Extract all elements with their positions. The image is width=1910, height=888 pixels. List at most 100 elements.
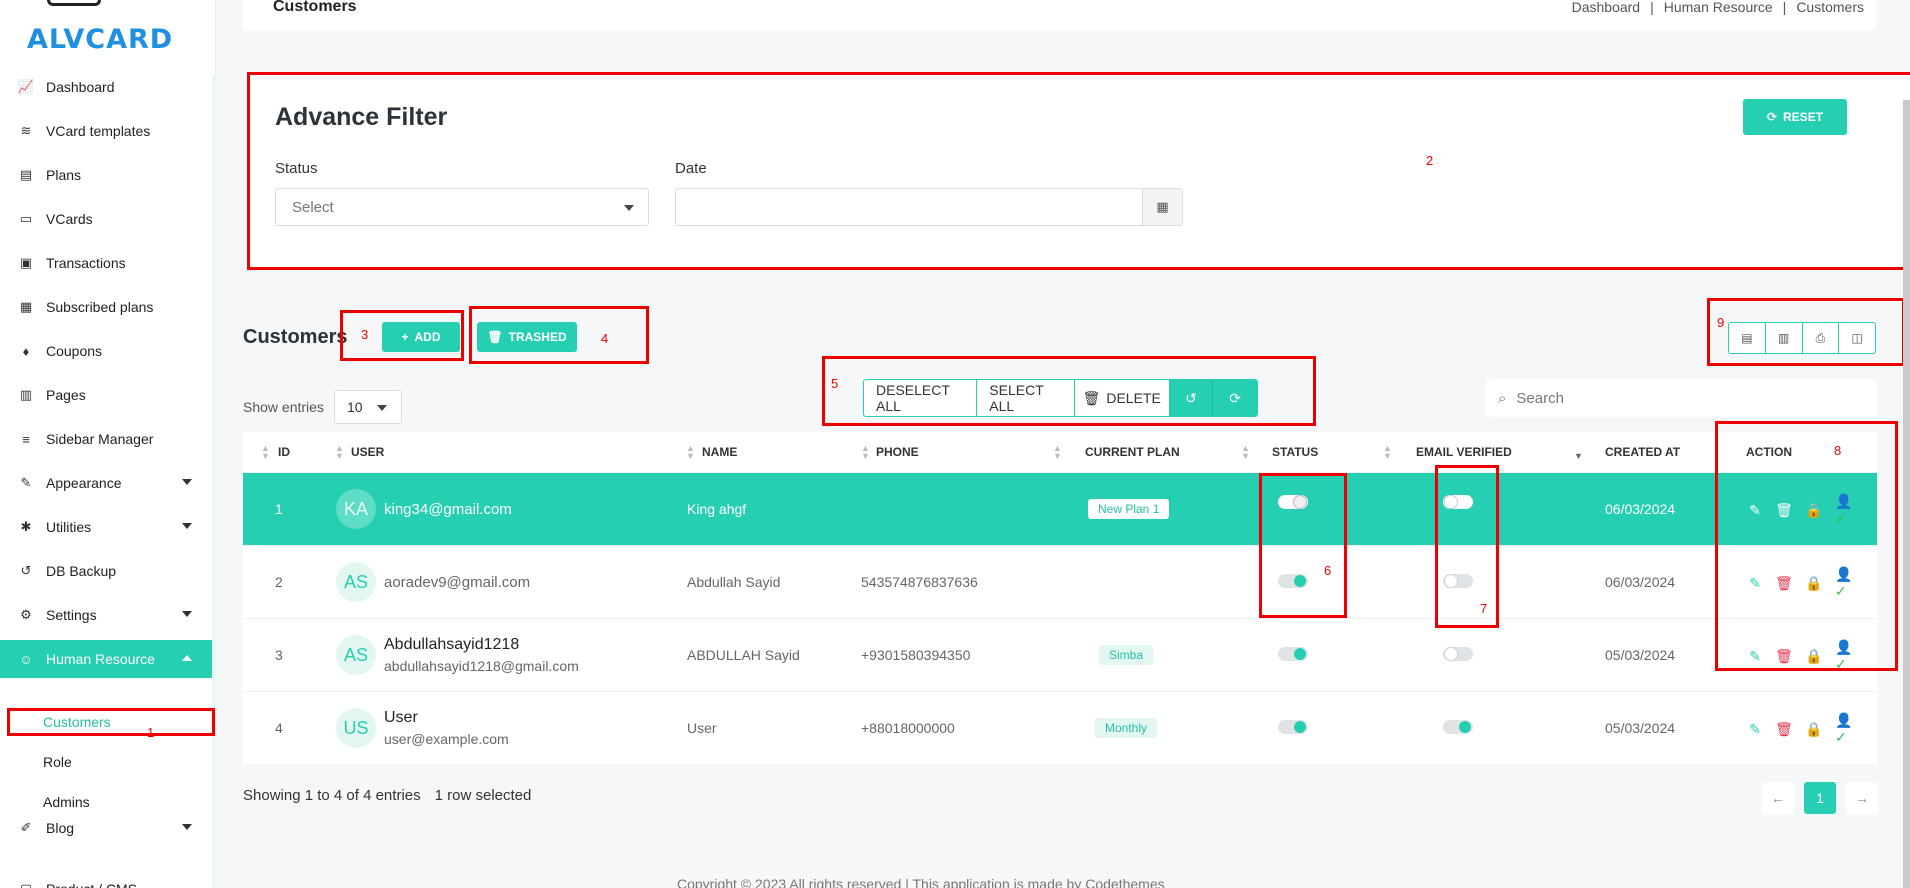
sidebar-item-product-cms[interactable]: ▢ Product / CMS xyxy=(0,870,212,888)
entries-select[interactable]: 10 xyxy=(333,390,402,424)
table-row[interactable]: 2 AS aoradev9@gmail.com Abdullah Sayid 54357… xyxy=(243,545,1877,618)
toggle-knob xyxy=(1294,721,1306,733)
col-id[interactable]: ID xyxy=(278,445,290,459)
col-phone[interactable]: PHONE xyxy=(876,445,919,459)
columns-icon[interactable]: ◫ xyxy=(1839,323,1875,353)
trashed-button[interactable]: 🗑 TRASHED xyxy=(477,322,577,352)
sidebar-item-human-resource[interactable]: ☺ Human Resource xyxy=(0,640,212,678)
chevron-down-icon xyxy=(182,523,192,529)
scrollbar[interactable] xyxy=(1903,100,1910,888)
cell-name: King ahgf xyxy=(687,501,747,517)
breadcrumb-dashboard[interactable]: Dashboard xyxy=(1572,0,1641,15)
annotation-7: 7 xyxy=(1480,601,1488,616)
id-card-icon: ▭ xyxy=(19,211,33,226)
cell-id: 1 xyxy=(275,501,283,517)
search-input[interactable]: ⌕ Search xyxy=(1486,379,1877,417)
page-button[interactable]: 1 xyxy=(1804,782,1836,814)
sort-icon[interactable]: ▲ ▼ xyxy=(686,444,695,461)
sort-icon[interactable]: ▲ ▼ xyxy=(335,444,344,461)
logo[interactable]: ALVCARD xyxy=(27,24,173,55)
export-pdf-icon[interactable]: ▥ xyxy=(1766,323,1803,353)
col-status[interactable]: STATUS xyxy=(1272,445,1318,459)
sort-icon[interactable]: ▲ ▼ xyxy=(1053,444,1062,461)
email-verified-toggle[interactable] xyxy=(1443,647,1473,661)
trashed-label: TRASHED xyxy=(508,330,567,344)
col-user[interactable]: USER xyxy=(351,445,384,459)
toggle-knob xyxy=(1294,648,1306,660)
annotation-4: 4 xyxy=(601,331,609,346)
select-all-button[interactable]: SELECT ALL xyxy=(977,380,1075,416)
plan-badge: Simba xyxy=(1099,645,1154,665)
edit-icon[interactable]: ✎ xyxy=(1746,720,1764,738)
annotation-9: 9 xyxy=(1717,315,1725,330)
cell-user-email[interactable]: king34@gmail.com xyxy=(384,501,512,518)
print-icon[interactable]: ⎙ xyxy=(1803,323,1840,353)
status-label: Status xyxy=(275,160,318,177)
table-row[interactable]: 3 AS Abdullahsayid1218 abdullahsayid1218@gm… xyxy=(243,618,1877,691)
table-row[interactable]: 4 US User user@example.com User +88018000000 M… xyxy=(243,691,1877,764)
cell-user-email: abdullahsayid1218@gmail.com xyxy=(384,658,579,674)
sidebar-item-subscribed-plans[interactable]: ▦ Subscribed plans xyxy=(0,288,212,326)
delete-icon[interactable]: 🗑 xyxy=(1775,720,1793,738)
rows-selected-text: 1 row selected xyxy=(434,787,532,804)
sort-icon[interactable]: ▲ ▼ xyxy=(861,444,870,461)
sidebar-subitem-admins[interactable]: Admins xyxy=(0,786,212,818)
showing-entries-text: Showing 1 to 4 of 4 entries xyxy=(243,787,421,804)
export-csv-icon[interactable]: ▤ xyxy=(1729,323,1766,353)
date-input[interactable]: ▦ xyxy=(675,188,1183,226)
email-verified-toggle[interactable] xyxy=(1443,720,1473,734)
archive-icon: ▦ xyxy=(19,299,33,314)
paint-brush-icon: ✎ xyxy=(20,475,32,490)
cell-id: 2 xyxy=(275,574,283,590)
breadcrumb: Dashboard | Human Resource | Customers xyxy=(1572,0,1864,15)
col-email-verified[interactable]: EMAIL VERIFIED xyxy=(1416,445,1512,459)
user-check-icon[interactable]: 👤✓ xyxy=(1835,712,1853,745)
plan-badge: New Plan 1 xyxy=(1088,499,1170,519)
sidebar-item-settings[interactable]: ⚙ Settings xyxy=(0,596,212,634)
sidebar-item-transactions[interactable]: ▣ Transactions xyxy=(0,244,212,282)
calendar-icon[interactable]: ▦ xyxy=(1142,189,1182,225)
sort-icon[interactable]: ▲ ▼ xyxy=(1383,444,1392,461)
sidebar-item-appearance[interactable]: ✎ Appearance xyxy=(0,464,212,502)
sidebar-item-plans[interactable]: ▤ Plans xyxy=(0,156,212,194)
prev-page-icon[interactable]: ← xyxy=(1762,782,1794,814)
undo-icon[interactable]: ↺ xyxy=(1169,380,1214,416)
status-select[interactable]: Select xyxy=(275,188,649,226)
col-name[interactable]: NAME xyxy=(702,445,737,459)
deselect-all-button[interactable]: DESELECT ALL xyxy=(864,380,978,416)
delete-button[interactable]: 🗑 DELETE xyxy=(1075,380,1170,416)
sidebar-item-pages[interactable]: ▥ Pages xyxy=(0,376,212,414)
sort-icon[interactable]: ▲ ▼ xyxy=(1241,444,1250,461)
reset-button[interactable]: ⟳ RESET xyxy=(1743,99,1847,135)
status-toggle[interactable] xyxy=(1278,647,1308,661)
status-toggle[interactable] xyxy=(1278,720,1308,734)
col-created-at[interactable]: CREATED AT xyxy=(1605,445,1680,459)
sidebar-item-vcards[interactable]: ▭ VCards xyxy=(0,200,212,238)
table-row[interactable]: 1 KA king34@gmail.com King ahgf New Plan 1 06… xyxy=(243,472,1877,545)
blog-icon: ✐ xyxy=(20,820,32,835)
cogs-icon: ⚙ xyxy=(20,607,32,622)
sidebar-item-db-backup[interactable]: ↺ DB Backup xyxy=(0,552,212,590)
cell-created-at: 05/03/2024 xyxy=(1605,720,1676,736)
sidebar-item-vcard-templates[interactable]: ≋ VCard templates xyxy=(0,112,212,150)
col-current-plan[interactable]: CURRENT PLAN xyxy=(1085,445,1180,459)
add-button[interactable]: + ADD xyxy=(382,322,460,352)
cell-user-email[interactable]: aoradev9@gmail.com xyxy=(384,574,530,591)
sidebar-item-utilities[interactable]: ✱ Utilities xyxy=(0,508,212,546)
money-bag-icon: ♦ xyxy=(22,343,30,359)
sidebar-subitem-role[interactable]: Role xyxy=(0,746,212,778)
sidebar-item-sidebar-manager[interactable]: ≡ Sidebar Manager xyxy=(0,420,212,458)
customers-table: ▲ ▼ ID ▲ ▼ USER ▲ ▼ NAME ▲ ▼ PHONE ▲ ▼ CURREN… xyxy=(243,432,1877,764)
sidebar-item-dashboard[interactable]: 📈 Dashboard xyxy=(0,68,212,106)
sidebar-item-coupons[interactable]: ♦ Coupons xyxy=(0,332,212,370)
cell-user-name[interactable]: Abdullahsayid1218 xyxy=(384,636,519,654)
breadcrumb-human-resource[interactable]: Human Resource xyxy=(1664,0,1773,15)
annotation-2: 2 xyxy=(1426,153,1434,168)
sort-icon[interactable]: ▲ ▼ xyxy=(261,444,270,461)
next-page-icon[interactable]: → xyxy=(1846,782,1878,814)
sort-desc-icon[interactable]: ▼ xyxy=(1574,444,1583,461)
lock-icon[interactable]: 🔒 xyxy=(1805,720,1823,738)
cell-user-name[interactable]: User xyxy=(384,709,418,727)
annotation-3: 3 xyxy=(361,327,369,342)
sync-icon[interactable]: ⟳ xyxy=(1213,380,1257,416)
